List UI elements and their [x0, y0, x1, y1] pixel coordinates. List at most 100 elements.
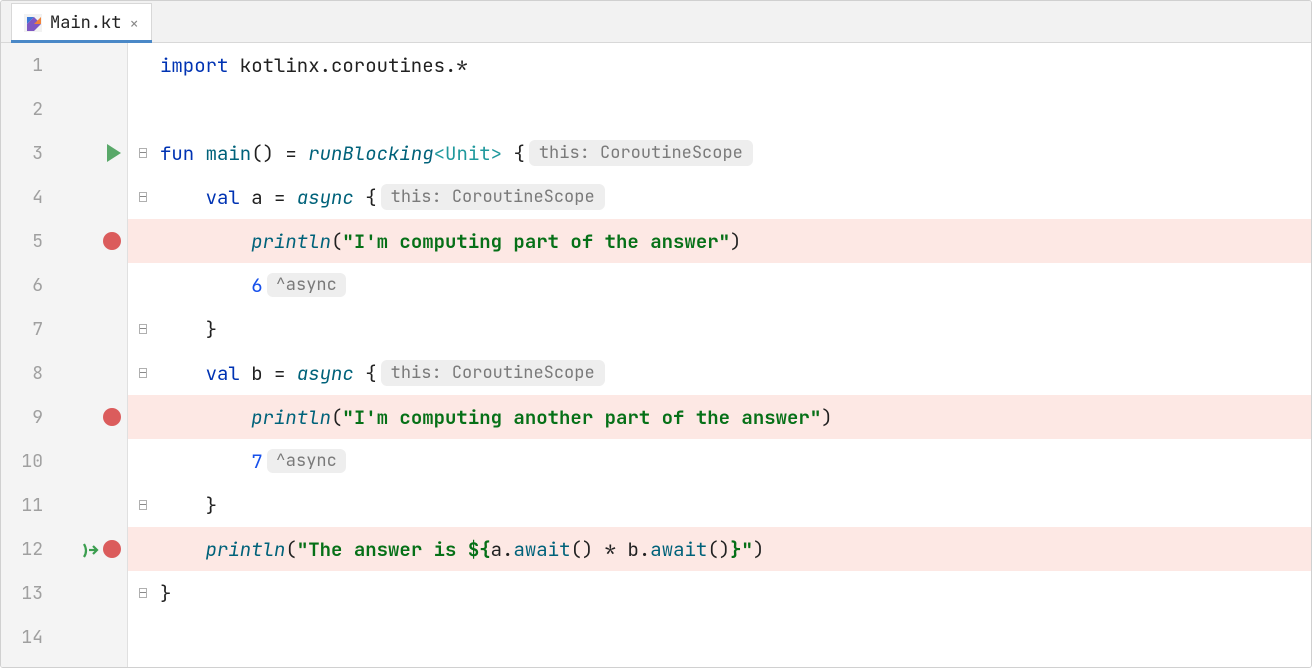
function-call: println	[251, 405, 331, 430]
expression: () * b.	[570, 537, 650, 562]
line-number: 13	[1, 582, 49, 605]
code-text: b =	[240, 361, 297, 386]
kotlin-file-icon	[24, 14, 42, 32]
code-line[interactable]: import kotlinx.coroutines.*	[128, 43, 1311, 87]
code-line[interactable]: }	[128, 307, 1311, 351]
gutter-row: 12	[1, 527, 127, 571]
code-line[interactable]: }	[128, 483, 1311, 527]
gutter-row: 3	[1, 131, 127, 175]
keyword: fun	[160, 141, 194, 166]
line-number: 10	[1, 450, 49, 473]
code-line[interactable]: println("I'm computing another part of t…	[128, 395, 1311, 439]
line-number: 2	[1, 98, 49, 121]
function-call: println	[206, 537, 286, 562]
gutter-row: 5	[1, 219, 127, 263]
keyword: val	[206, 361, 240, 386]
gutter-row: 13	[1, 571, 127, 615]
fold-toggle-icon[interactable]	[136, 191, 148, 203]
gutter-row: 8	[1, 351, 127, 395]
code-text: () =	[251, 141, 308, 166]
gutter-row: 1	[1, 43, 127, 87]
gutter-row: 10	[1, 439, 127, 483]
function-call: runBlocking	[308, 141, 433, 166]
fold-toggle-icon[interactable]	[136, 367, 148, 379]
line-number: 7	[1, 318, 49, 341]
code-area[interactable]: import kotlinx.coroutines.* fun main() =…	[128, 43, 1311, 667]
code-text: a =	[240, 185, 297, 210]
code-line[interactable]: val b = async { this: CoroutineScope	[128, 351, 1311, 395]
method-call: await	[513, 537, 570, 562]
code-line[interactable]	[128, 87, 1311, 131]
line-number: 3	[1, 142, 49, 165]
code-text: kotlinx.coroutines.*	[228, 53, 467, 78]
fold-toggle-icon[interactable]	[136, 147, 148, 159]
line-number: 11	[1, 494, 49, 517]
expression: a.	[491, 537, 514, 562]
code-line[interactable]: val a = async { this: CoroutineScope	[128, 175, 1311, 219]
code-line[interactable]: }	[128, 571, 1311, 615]
editor-frame: Main.kt × 1 2 3 4 5 6 7 8 9 10	[0, 0, 1312, 668]
file-tab-label: Main.kt	[50, 12, 121, 34]
inlay-hint: this: CoroutineScope	[381, 360, 605, 386]
gutter-row: 6	[1, 263, 127, 307]
keyword: val	[206, 185, 240, 210]
line-number: 5	[1, 230, 49, 253]
function-call: async	[297, 361, 354, 386]
template-open: ${	[468, 537, 491, 562]
suspend-call-icon	[81, 540, 99, 558]
code-text: }	[206, 493, 217, 518]
tab-bar: Main.kt ×	[1, 1, 1311, 43]
expression: ()	[707, 537, 730, 562]
code-line[interactable]: 7 ^async	[128, 439, 1311, 483]
generic-type: <Unit>	[434, 141, 502, 166]
fold-end-icon[interactable]	[136, 499, 148, 511]
function-name: main	[194, 141, 251, 166]
gutter[interactable]: 1 2 3 4 5 6 7 8 9 10 11 12	[1, 43, 128, 667]
keyword: import	[160, 53, 228, 78]
code-text: {	[354, 185, 377, 210]
fold-end-icon[interactable]	[136, 587, 148, 599]
file-tab-main[interactable]: Main.kt ×	[11, 3, 152, 42]
gutter-row: 4	[1, 175, 127, 219]
number-literal: 7	[251, 449, 262, 474]
template-close: }	[730, 537, 741, 562]
line-number: 4	[1, 186, 49, 209]
run-gutter-icon[interactable]	[107, 144, 121, 162]
inlay-hint: this: CoroutineScope	[529, 140, 753, 166]
string-literal: "I'm computing another part of the answe…	[342, 405, 821, 430]
breakpoint-icon[interactable]	[103, 232, 121, 250]
inlay-hint: ^async	[267, 449, 346, 473]
line-number: 1	[1, 54, 49, 77]
method-call: await	[650, 537, 707, 562]
gutter-row: 2	[1, 87, 127, 131]
line-number: 9	[1, 406, 49, 429]
inlay-hint: this: CoroutineScope	[381, 184, 605, 210]
gutter-row: 14	[1, 615, 127, 659]
number-literal: 6	[251, 273, 262, 298]
line-number: 8	[1, 362, 49, 385]
close-tab-icon[interactable]: ×	[129, 13, 139, 34]
code-text: }	[160, 581, 171, 606]
string-literal: "	[742, 537, 753, 562]
gutter-row: 11	[1, 483, 127, 527]
code-line[interactable]: 6 ^async	[128, 263, 1311, 307]
breakpoint-icon[interactable]	[103, 540, 121, 558]
function-call: async	[297, 185, 354, 210]
code-text: {	[354, 361, 377, 386]
code-line[interactable]: fun main() = runBlocking<Unit> { this: C…	[128, 131, 1311, 175]
line-number: 12	[1, 538, 49, 561]
code-text: {	[502, 141, 525, 166]
function-call: println	[251, 229, 331, 254]
inlay-hint: ^async	[267, 273, 346, 297]
code-line[interactable]: println("The answer is ${a.await() * b.a…	[128, 527, 1311, 571]
code-text: }	[206, 317, 217, 342]
code-line[interactable]	[128, 615, 1311, 659]
code-line[interactable]: println("I'm computing part of the answe…	[128, 219, 1311, 263]
gutter-row: 7	[1, 307, 127, 351]
gutter-row: 9	[1, 395, 127, 439]
string-literal: "The answer is	[297, 537, 468, 562]
line-number: 6	[1, 274, 49, 297]
fold-end-icon[interactable]	[136, 323, 148, 335]
editor-body: 1 2 3 4 5 6 7 8 9 10 11 12	[1, 43, 1311, 667]
breakpoint-icon[interactable]	[103, 408, 121, 426]
